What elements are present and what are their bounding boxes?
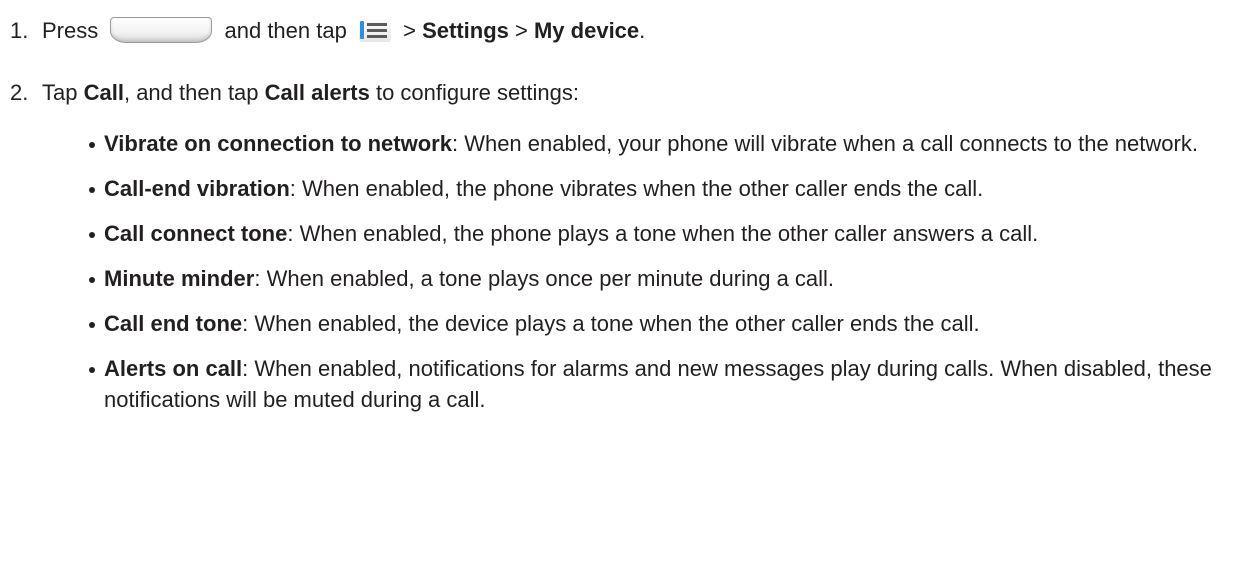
path-my-device: My device [533,18,640,43]
bullet-icon [89,367,95,373]
step-text-configure: to configure settings: [375,80,579,105]
step-end-period: . [639,18,646,43]
list-item: Call-end vibration: When enabled, the ph… [89,173,1248,204]
path-call: Call [83,80,124,105]
step-2: 2. Tap Call, and then tap Call alerts to … [10,78,579,108]
step-text-press: Press [42,18,99,43]
path-separator: > [515,18,528,43]
option-term: Vibrate on connection to network [104,131,452,156]
call-alert-options-list: Vibrate on connection to network: When e… [89,114,1248,415]
list-item: Alerts on call: When enabled, notificati… [89,353,1248,415]
option-description: : When enabled, notifications for alarms… [104,356,1212,412]
home-key-icon [110,17,213,44]
step-1: 1. Press and then tap > Settings > My dev… [10,16,645,47]
bullet-icon [89,142,95,148]
step-number: 2. [10,80,29,105]
option-description: : When enabled, the phone vibrates when … [289,176,984,201]
bullet-icon [89,322,95,328]
list-item: Vibrate on connection to network: When e… [89,128,1248,159]
path-settings: Settings [422,18,509,43]
option-description: : When enabled, the device plays a tone … [242,311,980,336]
path-call-alerts: Call alerts [264,80,370,105]
step-text-then-tap: and then tap [224,18,347,43]
bullet-icon [89,232,95,238]
bullet-icon [89,187,95,193]
option-term: Call-end vibration [104,176,290,201]
path-separator: > [403,18,416,43]
list-item: Call end tone: When enabled, the device … [89,308,1248,339]
list-item: Minute minder: When enabled, a tone play… [89,263,1248,294]
option-term: Call end tone [104,311,243,336]
menu-key-icon [358,18,391,43]
step-text-tap: Tap [42,80,78,105]
option-term: Minute minder [104,266,255,291]
bullet-icon [89,277,95,283]
option-term: Alerts on call [104,356,243,381]
list-item: Call connect tone: When enabled, the pho… [89,218,1248,249]
step-number: 1. [10,18,29,43]
option-description: : When enabled, the phone plays a tone w… [287,221,1039,246]
option-description: : When enabled, a tone plays once per mi… [254,266,835,291]
step-text-and-then-tap: , and then tap [123,80,259,105]
option-term: Call connect tone [104,221,288,246]
option-description: : When enabled, your phone will vibrate … [451,131,1198,156]
